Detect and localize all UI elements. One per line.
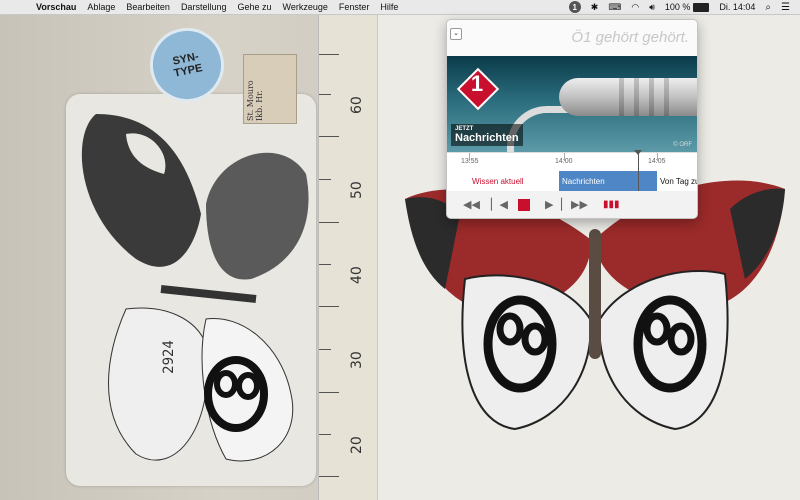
now-playing-title: Nachrichten <box>455 132 519 144</box>
fast-forward-icon[interactable]: ▶▶ <box>571 198 588 211</box>
program-nachrichten[interactable]: Nachrichten <box>559 171 657 191</box>
popover-header: ⌄ Ö1 gehört gehört. <box>447 20 697 56</box>
stop-button[interactable] <box>518 199 530 211</box>
locality-label: St. Mouro Ikb. Hr. <box>243 54 297 124</box>
battery-icon <box>693 2 710 12</box>
previous-icon[interactable]: ▏◀ <box>491 198 508 211</box>
ruler-number: 50 <box>349 181 365 199</box>
butterfly-drawing <box>81 114 309 462</box>
now-playing: JETZT Nachrichten <box>451 124 523 146</box>
wifi-icon[interactable]: ◠ <box>631 2 639 13</box>
station-hero-image: 1 JETZT Nachrichten © ORF <box>447 56 697 152</box>
keyboard-icon[interactable]: ⌨ <box>608 2 621 13</box>
menu-werkzeuge[interactable]: Werkzeuge <box>283 2 328 12</box>
menu-app-name[interactable]: Vorschau <box>36 2 76 12</box>
notification-center-icon[interactable]: ☰ <box>781 2 790 13</box>
time-label: 13:55 <box>461 158 479 165</box>
menu-ablage[interactable]: Ablage <box>87 2 115 12</box>
menu-gehe-zu[interactable]: Gehe zu <box>237 2 271 12</box>
program-von-tag-zu[interactable]: Von Tag zu <box>657 171 697 191</box>
plug-graphic <box>559 78 697 116</box>
time-label: 14:05 <box>648 158 666 165</box>
menu-darstellung[interactable]: Darstellung <box>181 2 227 12</box>
ruler: 60 50 40 30 20 <box>318 14 377 500</box>
station-slogan: Ö1 gehört gehört. <box>571 29 689 46</box>
time-label: 14:00 <box>555 158 573 165</box>
clock[interactable]: Di. 14:04 <box>719 2 755 12</box>
volume-icon[interactable]: 🔊︎ <box>649 2 655 13</box>
ruler-number: 60 <box>349 96 365 114</box>
radio-popover: ⌄ Ö1 gehört gehört. 1 JETZT Nachrichten … <box>446 19 698 219</box>
specimen-number: 2924 <box>160 340 177 374</box>
program-wissen-aktuell[interactable]: Wissen aktuell <box>469 171 559 191</box>
radio-status-icon[interactable]: 1 <box>568 1 581 13</box>
spotlight-search-icon[interactable]: ⌕ <box>765 2 771 13</box>
program-timeline[interactable]: 13:55 14:00 14:05 Wissen aktuell Nachric… <box>447 150 697 191</box>
now-marker-line <box>638 151 639 191</box>
ruler-number: 20 <box>349 436 365 454</box>
menu-fenster[interactable]: Fenster <box>339 2 370 12</box>
rewind-icon[interactable]: ◀◀ <box>463 198 480 211</box>
ruler-number: 40 <box>349 266 365 284</box>
next-icon[interactable]: ▶▕ <box>545 198 562 211</box>
station-logo-number: 1 <box>470 71 484 96</box>
battery-status[interactable]: 100 % <box>665 2 710 12</box>
ruler-number: 30 <box>349 351 365 369</box>
status-area: 1 ✱ ⌨ ◠ 🔊︎ 100 % Di. 14:04 ⌕ ☰ <box>568 0 800 14</box>
menu-bearbeiten[interactable]: Bearbeiten <box>126 2 170 12</box>
specimen-card: 2924 <box>66 94 316 486</box>
playback-controls: ◀◀ ▏◀ ▶▕ ▶▶ ▮▮▮ <box>447 192 697 218</box>
menu-bar: Vorschau Ablage Bearbeiten Darstellung G… <box>0 0 800 15</box>
volume-level-icon[interactable]: ▮▮▮ <box>603 199 620 210</box>
bluetooth-icon[interactable]: ✱ <box>591 2 599 13</box>
menu-hilfe[interactable]: Hilfe <box>380 2 398 12</box>
copyright: © ORF <box>673 142 692 148</box>
battery-percent: 100 % <box>664 2 691 12</box>
station-dropdown-chevron-icon[interactable]: ⌄ <box>450 28 462 40</box>
